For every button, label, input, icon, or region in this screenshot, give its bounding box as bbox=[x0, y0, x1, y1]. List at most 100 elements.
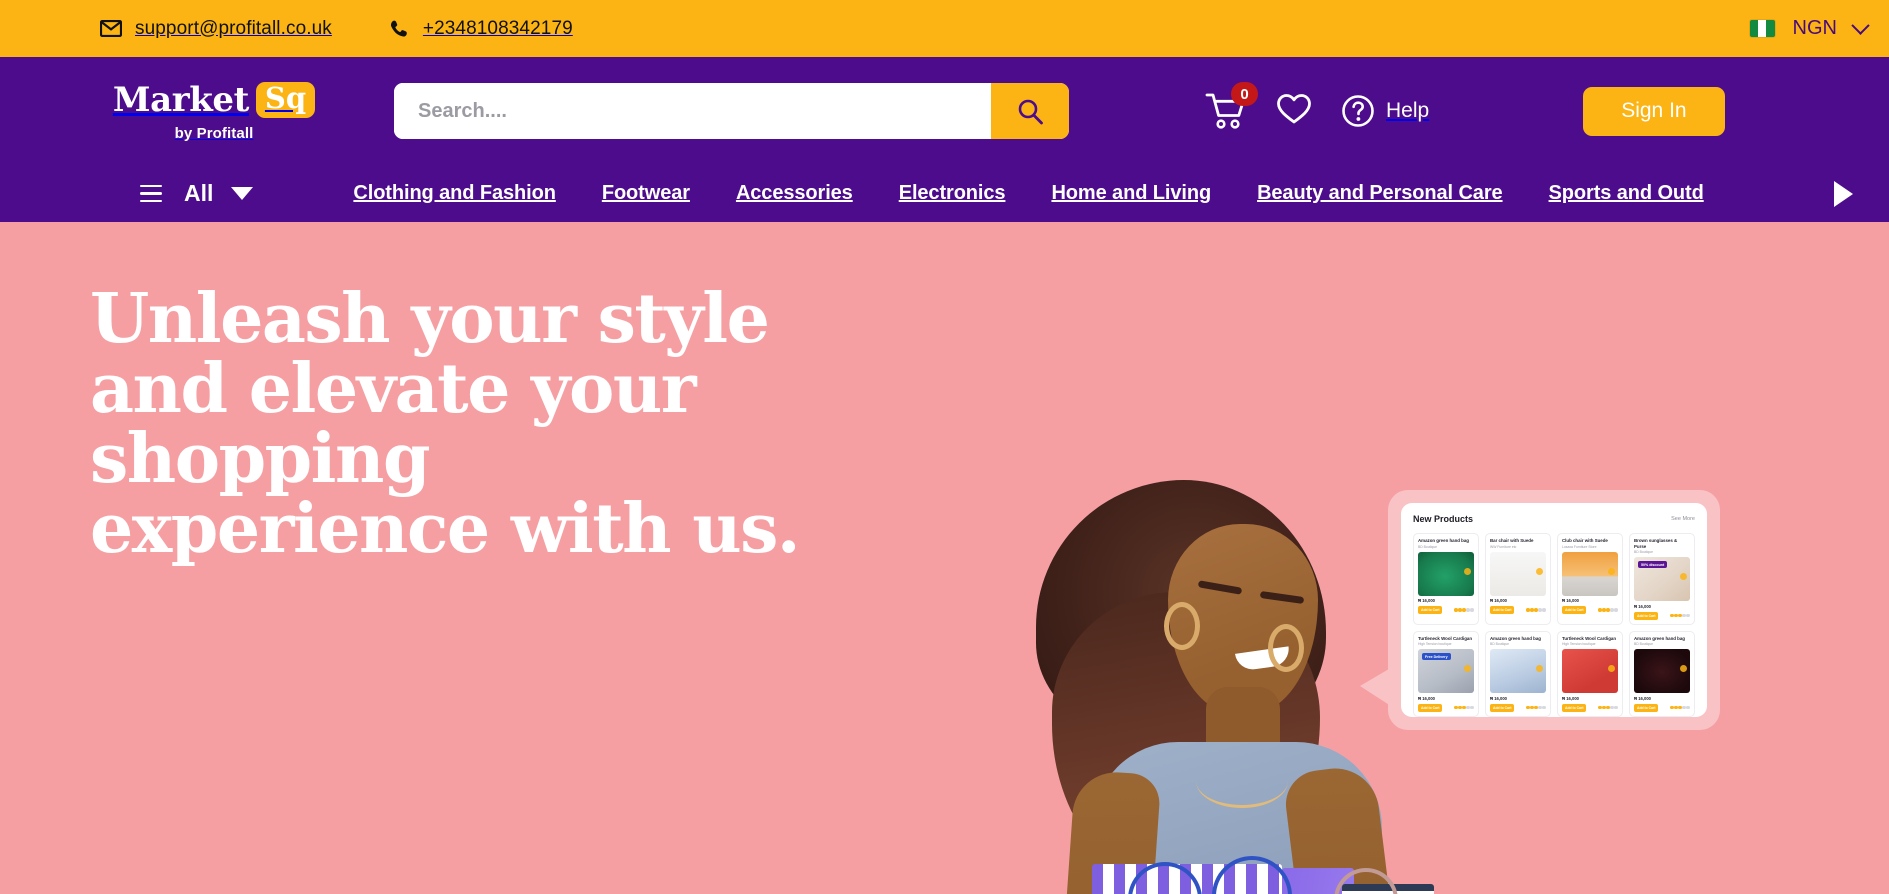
product-actions: Add to Cart bbox=[1634, 703, 1690, 712]
red-wallet-image bbox=[1562, 649, 1618, 693]
dark-handbag-image bbox=[1634, 649, 1690, 693]
phone-icon bbox=[390, 19, 410, 39]
add-to-cart-button[interactable]: Add to Cart bbox=[1562, 606, 1587, 614]
product-card[interactable]: Amazon green hand bag BD Boutique ₦ 16,0… bbox=[1629, 630, 1695, 717]
product-card[interactable]: Brown sunglasses & Purse BD Boutique 50%… bbox=[1629, 533, 1695, 625]
product-name: Brown sunglasses & Purse bbox=[1634, 538, 1678, 549]
logo-row: Market Sq bbox=[113, 80, 316, 120]
favorite-icon[interactable] bbox=[1536, 665, 1543, 672]
product-name: Amazon green hand bag bbox=[1634, 635, 1685, 641]
currency-label: NGN bbox=[1792, 17, 1837, 39]
product-shop: BD Boutique bbox=[1490, 642, 1510, 646]
product-price: ₦ 16,000 bbox=[1490, 598, 1507, 603]
favorite-icon[interactable] bbox=[1680, 665, 1687, 672]
hamburger-icon[interactable] bbox=[140, 184, 162, 203]
add-to-cart-button[interactable]: Add to Cart bbox=[1562, 703, 1587, 712]
see-more-link[interactable]: See More bbox=[1671, 516, 1695, 522]
product-actions: Add to Cart bbox=[1490, 606, 1546, 614]
product-card[interactable]: Club chair with Suede Lusaxa Furniture S… bbox=[1557, 533, 1623, 625]
product-card[interactable]: Turtleneck Wool Cardigan High Tension bo… bbox=[1557, 630, 1623, 717]
product-card[interactable]: Amazon green hand bag BD Boutique ₦ 16,0… bbox=[1485, 630, 1551, 717]
nav-item-clothing-and-fashion[interactable]: Clothing and Fashion bbox=[353, 182, 556, 205]
model-earring-left bbox=[1164, 602, 1200, 650]
help-label: Help bbox=[1386, 99, 1430, 122]
sign-in-button[interactable]: Sign In bbox=[1583, 86, 1725, 136]
add-to-cart-button[interactable]: Add to Cart bbox=[1634, 611, 1659, 620]
search-bar bbox=[394, 83, 1069, 139]
favorite-icon[interactable] bbox=[1680, 573, 1687, 580]
product-actions: Add to Cart bbox=[1418, 606, 1474, 614]
wishlist-button[interactable] bbox=[1276, 93, 1312, 130]
category-nav: All Clothing and Fashion Footwear Access… bbox=[0, 165, 1867, 222]
product-name: Amazon green hand bag bbox=[1490, 635, 1541, 641]
search-icon bbox=[1017, 98, 1044, 125]
nav-item-beauty-and-personal-care[interactable]: Beauty and Personal Care bbox=[1257, 182, 1503, 205]
rating-stars bbox=[1454, 608, 1474, 612]
product-actions: Add to Cart bbox=[1634, 611, 1690, 620]
favorite-icon[interactable] bbox=[1536, 567, 1543, 575]
email-link[interactable]: support@profitall.co.uk bbox=[100, 18, 332, 40]
favorite-icon[interactable] bbox=[1608, 567, 1615, 575]
search-input[interactable] bbox=[394, 83, 991, 139]
product-grid: Amazon green hand bag BD Boutique ₦ 16,0… bbox=[1413, 533, 1695, 717]
add-to-cart-button[interactable]: Add to Cart bbox=[1634, 703, 1659, 712]
chevron-down-icon bbox=[1851, 16, 1870, 35]
favorite-icon[interactable] bbox=[1464, 567, 1471, 575]
add-to-cart-button[interactable]: Add to Cart bbox=[1490, 703, 1515, 712]
product-shop: BD Boutique bbox=[1634, 642, 1654, 646]
help-button[interactable]: Help bbox=[1341, 94, 1429, 128]
hero-title: Unleash your style and elevate your shop… bbox=[90, 284, 970, 564]
rating-stars bbox=[1598, 705, 1618, 710]
rating-stars bbox=[1454, 705, 1474, 710]
product-shop: BD Boutique bbox=[1634, 550, 1654, 554]
add-to-cart-button[interactable]: Add to Cart bbox=[1490, 606, 1515, 614]
nav-item-footwear[interactable]: Footwear bbox=[602, 182, 690, 205]
nigeria-flag-icon bbox=[1748, 19, 1776, 38]
product-shop: WW Furniture etc bbox=[1490, 544, 1517, 549]
new-products-panel: New Products See More Amazon green hand … bbox=[1401, 503, 1707, 717]
favorite-icon[interactable] bbox=[1608, 665, 1615, 672]
phone-link[interactable]: +2348108342179 bbox=[390, 18, 573, 40]
product-card[interactable]: Bar chair with Suede WW Furniture etc ₦ … bbox=[1485, 533, 1551, 625]
favorite-icon[interactable] bbox=[1464, 665, 1471, 672]
hero-section: Unleash your style and elevate your shop… bbox=[0, 222, 1889, 894]
all-categories-dropdown[interactable]: All bbox=[184, 180, 254, 207]
cart-button[interactable]: 0 bbox=[1205, 82, 1258, 130]
header-main-row: Market Sq by Profitall 0 bbox=[0, 57, 1867, 165]
rating-stars bbox=[1526, 608, 1546, 612]
triangle-down-icon bbox=[231, 187, 254, 200]
product-name: Turtleneck Wool Cardigan bbox=[1562, 635, 1616, 641]
rating-stars bbox=[1526, 705, 1546, 710]
logo-badge: Sq bbox=[255, 82, 316, 118]
product-shop: BD Boutique bbox=[1418, 544, 1438, 549]
currency-selector[interactable]: NGN bbox=[1748, 16, 1870, 40]
nav-item-accessories[interactable]: Accessories bbox=[736, 182, 853, 205]
all-categories-label: All bbox=[184, 180, 214, 206]
logo-tagline: by Profitall bbox=[174, 125, 254, 142]
nav-item-electronics[interactable]: Electronics bbox=[899, 182, 1006, 205]
search-button[interactable] bbox=[991, 83, 1069, 139]
heart-icon bbox=[1276, 93, 1312, 130]
product-price: ₦ 16,000 bbox=[1562, 598, 1579, 603]
triangle-right-icon[interactable] bbox=[1834, 180, 1853, 207]
hero-title-line-1: Unleash your style bbox=[90, 279, 770, 359]
rating-stars bbox=[1670, 613, 1690, 618]
site-logo[interactable]: Market Sq by Profitall bbox=[113, 80, 316, 142]
product-card[interactable]: Turtleneck Wool Cardigan High Tension bo… bbox=[1413, 630, 1479, 717]
product-shop: High Tension boutique bbox=[1562, 642, 1596, 646]
product-price: ₦ 16,000 bbox=[1634, 603, 1651, 609]
hero-copy: Unleash your style and elevate your shop… bbox=[90, 284, 970, 564]
add-to-cart-button[interactable]: Add to Cart bbox=[1418, 606, 1443, 614]
nav-item-sports-and-outdoors[interactable]: Sports and Outd bbox=[1549, 182, 1704, 205]
email-text: support@profitall.co.uk bbox=[135, 17, 332, 39]
product-card[interactable]: Amazon green hand bag BD Boutique ₦ 16,0… bbox=[1413, 533, 1479, 625]
perfume-image bbox=[1490, 649, 1546, 693]
product-price: ₦ 16,000 bbox=[1418, 695, 1435, 701]
add-to-cart-button[interactable]: Add to Cart bbox=[1418, 703, 1443, 712]
hero-title-line-4: experience with us. bbox=[90, 489, 801, 570]
product-name: Turtleneck Wool Cardigan bbox=[1418, 635, 1472, 641]
product-name: Club chair with Suede bbox=[1562, 538, 1608, 543]
nav-item-home-and-living[interactable]: Home and Living bbox=[1051, 182, 1211, 205]
green-handbag-image bbox=[1418, 551, 1474, 596]
rating-stars bbox=[1598, 608, 1618, 612]
